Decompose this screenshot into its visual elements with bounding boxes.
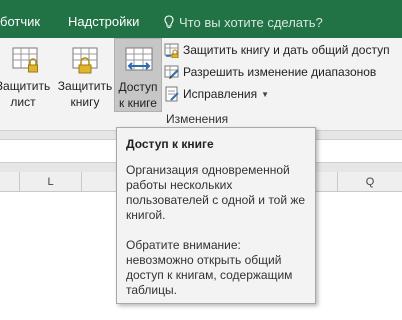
track-changes-icon (165, 86, 179, 102)
track-changes-button[interactable]: Исправления ▼ (164, 84, 269, 104)
chevron-down-icon[interactable]: ▼ (261, 90, 269, 99)
column-header-l[interactable]: L (20, 172, 82, 192)
tell-me-box[interactable]: Что вы хотите сделать? (164, 13, 323, 31)
allow-edit-ranges-button[interactable]: Разрешить изменение диапазонов (164, 62, 376, 82)
tab-addins[interactable]: Надстройки (68, 14, 139, 29)
tooltip-body: Организация одновременной работы несколь… (126, 163, 306, 222)
track-changes-label: Исправления (183, 87, 258, 101)
allow-edit-ranges-icon (164, 65, 179, 79)
protect-and-share-button[interactable]: Защитить книгу и дать общий доступ (164, 40, 390, 60)
ribbon-tab-bar: ботчик Надстройки Что вы хотите сделать? (0, 0, 402, 38)
protect-workbook-icon (72, 47, 98, 74)
tooltip-note: Обратите внимание: невозможно открыть об… (126, 238, 293, 297)
tell-me-placeholder: Что вы хотите сделать? (179, 14, 323, 30)
protect-sheet-icon (12, 47, 38, 73)
ribbon-review: Защитить лист Защитить книгу Доступ к кн… (0, 38, 402, 130)
protect-sheet-button[interactable]: Защитить лист (0, 38, 54, 112)
share-workbook-tooltip: Доступ к книге Организация одновременной… (116, 127, 316, 304)
protect-share-icon (164, 43, 179, 58)
group-label-changes: Изменения (166, 112, 229, 126)
allow-edit-ranges-label: Разрешить изменение диапазонов (183, 65, 377, 79)
share-workbook-button[interactable]: Доступ к книге (114, 38, 162, 112)
share-workbook-icon (125, 47, 153, 71)
protect-sheet-label: Защитить лист (0, 79, 51, 109)
lightbulb-icon (164, 14, 174, 28)
protect-and-share-label: Защитить книгу и дать общий доступ (183, 43, 390, 57)
protect-workbook-label: Защитить книгу (57, 79, 113, 109)
protect-workbook-button[interactable]: Защитить книгу (56, 38, 114, 112)
share-workbook-label: Доступ к книге (118, 80, 158, 110)
column-header-q[interactable]: Q (338, 172, 402, 192)
tooltip-title: Доступ к книге (126, 137, 214, 151)
tab-developer[interactable]: ботчик (0, 14, 40, 29)
column-header-k[interactable] (0, 172, 20, 192)
